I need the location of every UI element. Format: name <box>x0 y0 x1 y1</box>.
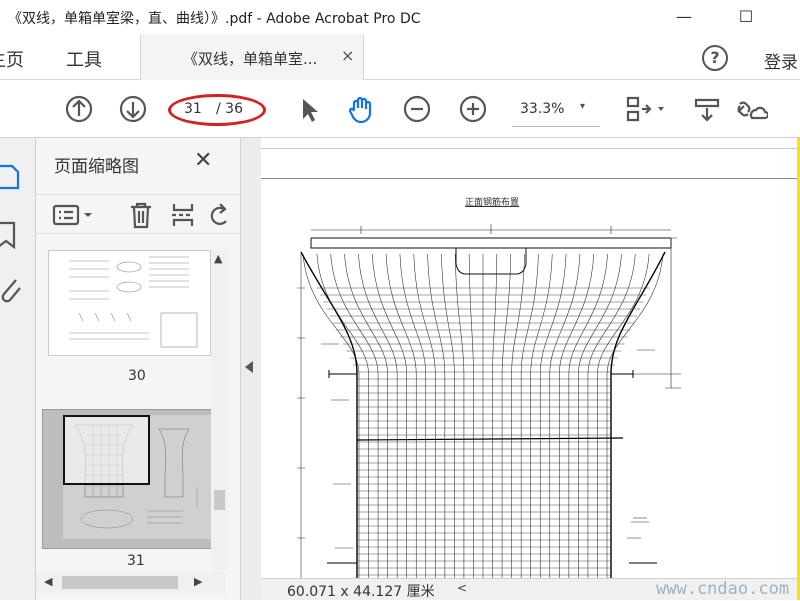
scroll-up-icon[interactable]: ▲ <box>214 252 222 265</box>
close-panel-button[interactable]: ✕ <box>194 148 212 173</box>
tab-bar: 主页 工具 《双线，单箱单室... × ? 登录 <box>0 34 800 80</box>
select-arrow-icon[interactable] <box>294 94 324 124</box>
scroll-left-icon[interactable]: ◀ <box>44 575 52 588</box>
collapse-panel-icon[interactable] <box>245 361 253 373</box>
status-bar: 60.071 x 44.127 厘米 < www.cndao.com <box>261 578 797 600</box>
doc-scroll-left-icon[interactable]: < <box>457 581 467 595</box>
close-tab-button[interactable]: × <box>341 46 354 65</box>
left-rail <box>0 138 36 600</box>
page-size: 60.071 x 44.127 厘米 <box>287 584 435 600</box>
previous-page-icon[interactable] <box>64 94 94 124</box>
minimize-button[interactable]: — <box>664 4 704 30</box>
tab-document[interactable]: 《双线，单箱单室... × <box>140 34 364 80</box>
thumbnail-label: 30 <box>128 368 146 384</box>
thumbnail-panel: 页面缩略图 ✕ 30 31 ▲ ◀ ▶ <box>36 138 241 600</box>
options-icon[interactable] <box>52 203 98 227</box>
tab-home[interactable]: 主页 <box>0 46 24 72</box>
login-button[interactable]: 登录 <box>764 48 798 73</box>
zoom-dropdown-icon[interactable]: ▾ <box>580 101 585 112</box>
thumbnail-tools <box>36 194 241 234</box>
scroll-mode-icon[interactable] <box>692 94 722 124</box>
bookmark-icon[interactable] <box>0 220 22 250</box>
maximize-button[interactable]: ☐ <box>726 4 766 30</box>
help-icon[interactable]: ? <box>702 45 728 71</box>
thumbnail-page[interactable] <box>48 250 211 356</box>
document-view[interactable]: 正面钢筋布置 <box>261 138 797 580</box>
page-highlight-oval <box>168 94 266 126</box>
viewport-indicator[interactable] <box>63 415 150 485</box>
watermark-text: www.cndao.com <box>656 579 790 599</box>
thumbnail-label: 31 <box>127 553 145 569</box>
zoom-in-icon[interactable] <box>458 94 488 124</box>
delete-icon[interactable] <box>128 201 154 229</box>
attachment-icon[interactable] <box>0 274 22 304</box>
hand-tool-icon[interactable] <box>346 94 376 124</box>
h-scroll-thumb[interactable] <box>62 576 178 589</box>
page-fit-icon[interactable] <box>624 94 668 124</box>
page-thumbnail-image <box>69 256 198 348</box>
window-title: 《双线，单箱单室梁，直、曲线）》.pdf - Adobe Acrobat Pro… <box>8 11 421 27</box>
next-page-icon[interactable] <box>118 94 148 124</box>
insert-page-icon[interactable] <box>170 201 196 229</box>
zoom-level[interactable]: 33.3% <box>520 101 564 117</box>
horizontal-scrollbar[interactable]: ◀ ▶ <box>36 572 226 594</box>
engineering-drawing <box>297 224 681 580</box>
scroll-right-icon[interactable]: ▶ <box>194 575 202 588</box>
vertical-scrollbar[interactable]: ▲ <box>211 250 228 570</box>
zoom-out-icon[interactable] <box>402 94 432 124</box>
zoom-underline <box>512 126 600 127</box>
title-bar: 《双线，单箱单室梁，直、曲线）》.pdf - Adobe Acrobat Pro… <box>0 0 800 34</box>
file-icon[interactable] <box>0 162 22 192</box>
rotate-icon[interactable] <box>208 201 230 229</box>
toolbar <box>0 80 800 138</box>
share-link-icon[interactable] <box>732 94 768 124</box>
panel-title: 页面缩略图 <box>54 157 139 177</box>
scroll-thumb[interactable] <box>214 490 225 510</box>
document-tab-label: 《双线，单箱单室... <box>183 50 318 68</box>
tab-tools[interactable]: 工具 <box>66 46 102 72</box>
thumbnail-selected[interactable] <box>42 409 220 549</box>
